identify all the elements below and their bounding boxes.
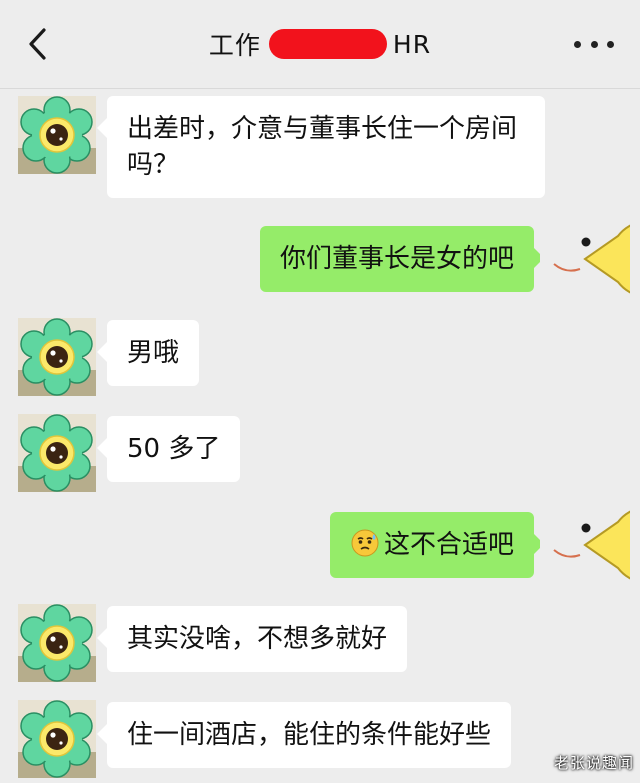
chat-title-prefix: 工作 — [208, 31, 261, 60]
chat-header: 工作 HR — [0, 0, 640, 89]
sweating-face-emoji — [351, 529, 379, 557]
watermark-text: 老张说趣闻 — [553, 754, 634, 772]
outgoing-message-bubble[interactable]: 这不合适吧 — [329, 512, 545, 578]
outgoing-message-bubble[interactable]: 你们董事长是女的吧 — [259, 226, 545, 292]
self-avatar[interactable] — [540, 500, 630, 590]
self-avatar[interactable] — [540, 214, 630, 304]
redaction-mark — [268, 29, 387, 59]
contact-avatar[interactable] — [18, 700, 96, 778]
incoming-message-bubble[interactable]: 住一间酒店，能住的条件能好些 — [96, 702, 512, 768]
more-options-button[interactable] — [574, 28, 614, 60]
incoming-message-bubble[interactable]: 其实没啥，不想多就好 — [96, 606, 408, 672]
contact-avatar[interactable] — [18, 604, 96, 682]
incoming-message-bubble[interactable]: 男哦 — [96, 320, 200, 386]
incoming-message-bubble[interactable]: 出差时，介意与董事长住一个房间吗？ — [97, 96, 545, 198]
contact-avatar[interactable] — [18, 414, 96, 492]
incoming-message-bubble[interactable]: 50 多了 — [96, 416, 241, 482]
chat-title: 工作 HR — [0, 0, 640, 88]
more-dots-icon — [574, 40, 581, 48]
outgoing-message-text: 这不合适吧 — [383, 530, 514, 560]
more-dots-icon — [590, 40, 598, 48]
contact-avatar[interactable] — [18, 96, 96, 174]
chat-title-suffix: HR — [392, 29, 432, 59]
more-dots-icon — [607, 40, 614, 48]
contact-avatar[interactable] — [18, 318, 96, 396]
